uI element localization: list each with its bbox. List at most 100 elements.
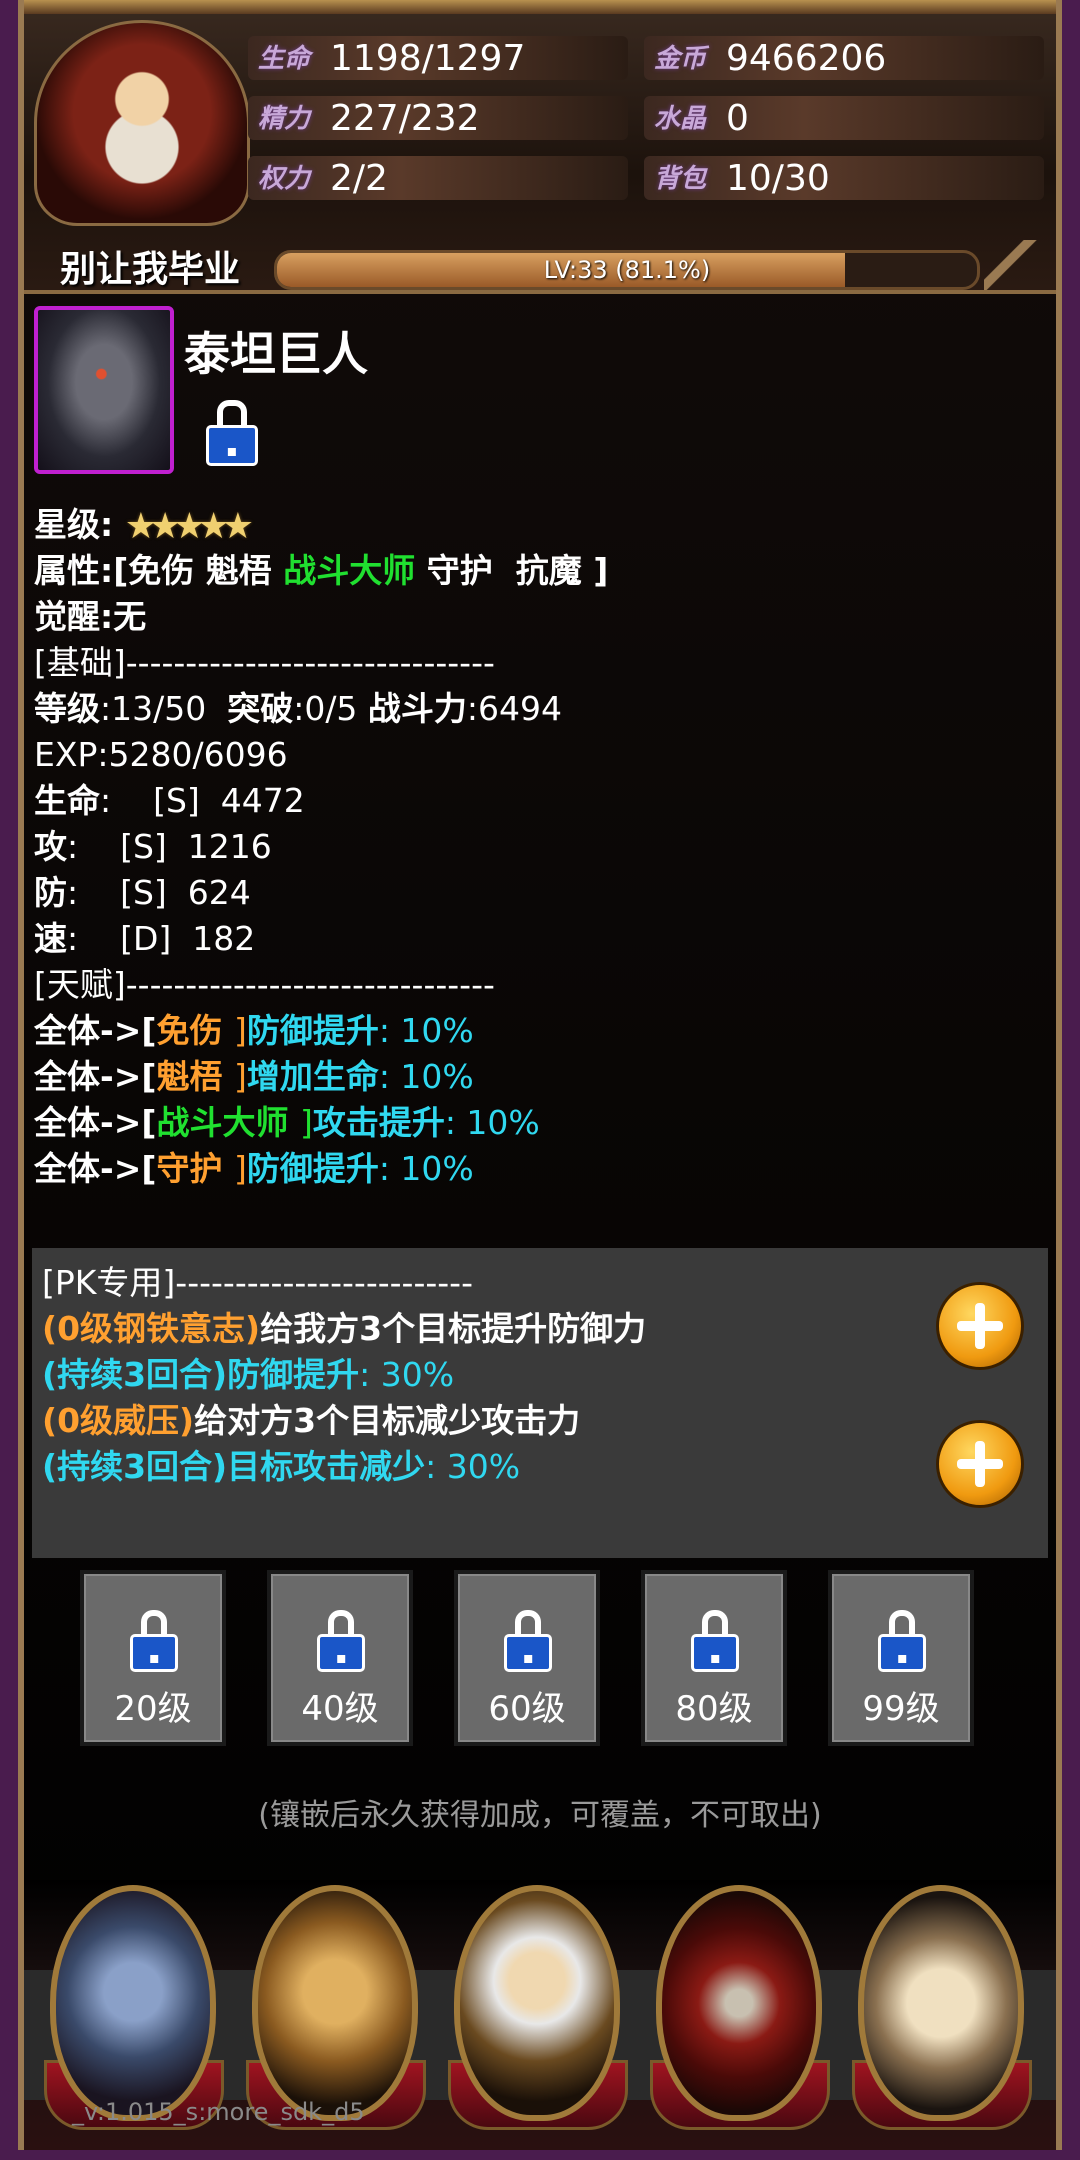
hero-detail-list: 星级: ★★★★★ 属性:[免伤 魁梧 战斗大师 守护 抗魔 ] 觉醒:无 [基…: [34, 502, 1034, 1192]
stat-label-crystal: 水晶: [654, 103, 707, 134]
hero-name: 泰坦巨人: [184, 327, 368, 381]
stat-bag: 背包 10/30: [654, 158, 830, 199]
attribute-line: 属性:[免伤 魁梧 战斗大师 守护 抗魔 ]: [34, 548, 1034, 594]
armory-emblem-icon[interactable]: [50, 1885, 216, 2121]
star-label: 星级:: [34, 505, 114, 544]
talent-bracket: ]: [233, 1011, 247, 1050]
stat-energy: 精力 227/232: [258, 98, 480, 139]
talent-target: 全体->[: [34, 1011, 157, 1050]
speed-line: 速: [D] 182: [34, 916, 1034, 962]
player-name: 别让我毕业: [60, 249, 241, 290]
lock-body: [691, 1633, 739, 1672]
lock-body: [206, 425, 258, 466]
player-portrait[interactable]: [34, 20, 250, 226]
gem-slot-20[interactable]: 20级: [80, 1570, 226, 1746]
header-ornament: [24, 0, 1056, 14]
pk-skill-value: : 30%: [359, 1355, 455, 1394]
lock-body: [504, 1633, 552, 1672]
lock-body: [878, 1633, 926, 1672]
player-header: 生命 1198/1297 精力 227/232 权力 2/2 金币 946620…: [24, 0, 1064, 294]
slot-level-label: 99级: [862, 1689, 940, 1729]
stat-gold: 金币 9466206: [654, 38, 886, 79]
level-progress-text: LV:33 (81.1%): [543, 256, 711, 284]
talent-name: 守护: [156, 1149, 234, 1188]
pk-skill-title: (0级钢铁意志)给我方3个目标提升防御力: [42, 1306, 942, 1352]
speed-label: 速: [34, 919, 67, 958]
slot-level-label: 80级: [675, 1689, 753, 1729]
gem-slot-60[interactable]: 60级: [454, 1570, 600, 1746]
talent-bracket: ]: [233, 1057, 247, 1096]
stat-label-power: 权力: [258, 163, 311, 194]
breakthrough-value: :0/5: [293, 689, 368, 728]
pk-skill-desc: 给对方3个目标减少攻击力: [194, 1401, 581, 1440]
talent-effect: 攻击提升: [312, 1103, 445, 1142]
breakthrough-label: 突破: [227, 689, 294, 728]
lock-icon: [317, 1610, 365, 1672]
lock-keyhole: [150, 1655, 158, 1663]
talent-row: 全体->[免伤 ]防御提升: 10%: [34, 1008, 1034, 1054]
upgrade-skill-1-plus-icon[interactable]: [936, 1282, 1024, 1370]
stat-hp: 生命 1198/1297: [258, 38, 525, 79]
lock-icon: [691, 1610, 739, 1672]
lock-icon: [878, 1610, 926, 1672]
defense-value: : [S] 624: [67, 873, 251, 912]
talent-row: 全体->[守护 ]防御提升: 10%: [34, 1146, 1034, 1192]
pk-skill-value: : 30%: [425, 1447, 521, 1486]
defense-line: 防: [S] 624: [34, 870, 1034, 916]
lock-body: [317, 1633, 365, 1672]
talent-row: 全体->[战斗大师 ]攻击提升: 10%: [34, 1100, 1034, 1146]
spell-book-icon[interactable]: [858, 1885, 1024, 2121]
talent-effect: 防御提升: [246, 1149, 379, 1188]
awaken-line: 觉醒:无: [34, 597, 147, 636]
slot-level-label: 60级: [488, 1689, 566, 1729]
stat-value-gold: 9466206: [726, 38, 887, 79]
speed-value: : [D] 182: [67, 919, 256, 958]
warrior-helmet-icon[interactable]: [252, 1885, 418, 2121]
defense-label: 防: [34, 873, 67, 912]
lock-icon: [130, 1610, 178, 1672]
gem-slot-40[interactable]: 40级: [267, 1570, 413, 1746]
pk-skill-effect: (持续3回合)目标攻击减少: 30%: [42, 1444, 942, 1490]
talent-name: 战斗大师: [156, 1103, 300, 1142]
gem-slot-99[interactable]: 99级: [828, 1570, 974, 1746]
talent-name: 免伤: [156, 1011, 234, 1050]
gem-slot-80[interactable]: 80级: [641, 1570, 787, 1746]
stat-power: 权力 2/2: [258, 158, 388, 199]
basic-header: [基础]-------------------------------: [34, 643, 495, 682]
talent-target: 全体->[: [34, 1149, 157, 1188]
stat-value-bag: 10/30: [726, 158, 830, 199]
attack-value: : [S] 1216: [67, 827, 272, 866]
upgrade-skill-2-plus-icon[interactable]: [936, 1420, 1024, 1508]
talent-target: 全体->[: [34, 1057, 157, 1096]
talent-value: : 10%: [378, 1011, 474, 1050]
attack-label: 攻: [34, 827, 67, 866]
pk-skill-name: (0级威压): [42, 1401, 195, 1440]
attribute-prefix: 属性:[免伤 魁梧: [34, 551, 284, 590]
stat-value-crystal: 0: [726, 98, 749, 139]
hp-line: 生命: [S] 4472: [34, 778, 1034, 824]
stat-label-hp: 生命: [258, 43, 311, 74]
hp-value: : [S] 4472: [100, 781, 305, 820]
talent-bracket: ]: [299, 1103, 313, 1142]
attack-line: 攻: [S] 1216: [34, 824, 1034, 870]
version-label: _v:1.015_s:more_sdk_d5: [72, 2098, 365, 2126]
talent-row: 全体->[魁梧 ]增加生命: 10%: [34, 1054, 1034, 1100]
pk-skill-effect: (持续3回合)防御提升: 30%: [42, 1352, 942, 1398]
pk-skill-effect-name: 防御提升: [227, 1355, 360, 1394]
treasure-chest-icon[interactable]: [656, 1885, 822, 2121]
lock-keyhole: [227, 448, 237, 457]
hero-avatar[interactable]: [34, 306, 174, 474]
pk-skill-effect-name: 目标攻击减少: [227, 1447, 426, 1486]
combat-power-value: :6494: [466, 689, 563, 728]
exp-line: EXP:5280/6096: [34, 735, 288, 774]
inlay-hint: (镶嵌后永久获得加成，可覆盖，不可取出): [258, 1798, 822, 1833]
star-rating: ★★★★★: [124, 505, 254, 547]
priest-mask-icon[interactable]: [454, 1885, 620, 2121]
talent-value: : 10%: [378, 1149, 474, 1188]
pk-header: [PK专用]-------------------------: [42, 1263, 473, 1302]
level-progress-bar: LV:33 (81.1%): [274, 250, 980, 290]
slot-level-label: 20级: [114, 1689, 192, 1729]
lock-icon[interactable]: [206, 400, 258, 466]
stat-value-energy: 227/232: [330, 98, 480, 139]
pk-skill-duration: (持续3回合): [42, 1355, 228, 1394]
